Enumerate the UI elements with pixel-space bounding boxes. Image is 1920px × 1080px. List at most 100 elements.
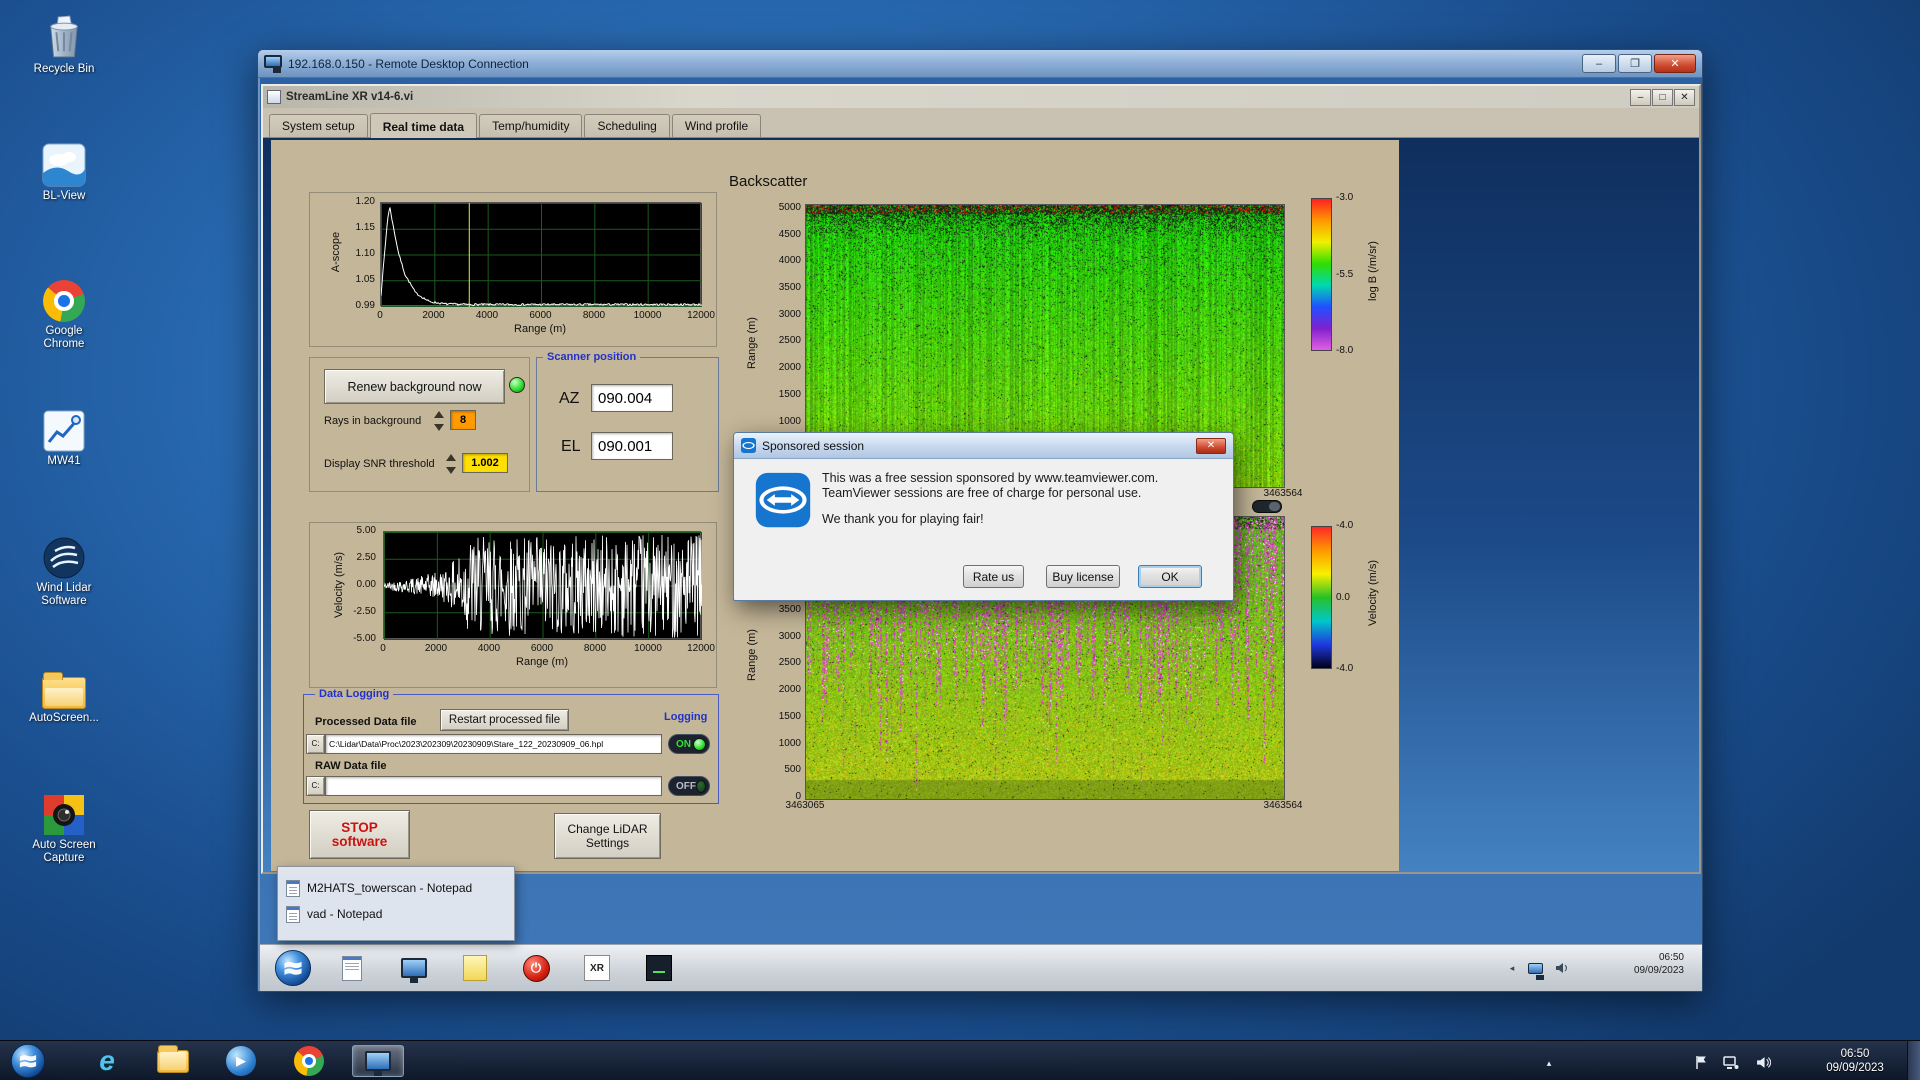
renew-background-button[interactable]: Renew background now [324,369,505,404]
auto-screen-capture-icon [16,786,112,836]
labview-restore-button[interactable]: □ [1652,88,1673,106]
remote-taskbar-power-icon[interactable]: ⏻ [518,951,554,985]
rays-spinner[interactable] [434,411,445,431]
teamviewer-small-icon [741,438,756,453]
rdp-window-title: 192.168.0.150 - Remote Desktop Connectio… [288,56,529,71]
volume-icon[interactable] [1754,1053,1772,1071]
labview-titlebar[interactable]: StreamLine XR v14-6.vi – □ ✕ [263,86,1699,108]
az-label: AZ [559,390,580,407]
tab-temp-humidity[interactable]: Temp/humidity [479,114,583,137]
backscatter-x-end: 3463564 [1263,488,1303,499]
tick-label: 3000 [778,308,801,320]
rdp-minimize-button[interactable]: – [1582,54,1616,73]
desktop-icon-mw41[interactable]: MW41 [16,402,112,468]
tick-label: -8.0 [1336,345,1354,356]
rdp-close-button[interactable]: ✕ [1654,54,1696,73]
el-value-field[interactable]: 090.001 [591,432,673,460]
heatmap-mode-toggle[interactable] [1252,500,1282,513]
popup-item-vad[interactable]: vad - Notepad [286,901,506,927]
desktop-icon-bl-view[interactable]: BL-View [16,137,112,203]
labview-minimize-button[interactable]: – [1630,88,1651,106]
tick-label: 1000 [778,737,801,749]
rdp-window-icon [264,54,282,73]
labview-close-button[interactable]: ✕ [1674,88,1695,106]
remote-taskbar-notes-icon[interactable] [457,951,493,985]
velocity-heatmap-y-axis-label: Range (m) [746,629,758,681]
start-button[interactable] [10,1043,46,1079]
raw-path-field[interactable] [325,776,662,796]
snr-value-field[interactable]: 1.002 [462,453,508,473]
processed-logging-toggle[interactable]: ON [668,734,710,754]
tick-label: -2.50 [353,606,376,617]
desktop-icon-auto-screen-capture[interactable]: Auto Screen Capture [16,786,112,865]
labview-window-title: StreamLine XR v14-6.vi [286,91,414,103]
backscatter-heading: Backscatter [729,173,808,190]
velocity-x-axis-label: Range (m) [516,656,568,668]
el-label: EL [561,438,581,455]
remote-desktop: StreamLine XR v14-6.vi – □ ✕ System setu… [260,78,1702,991]
rdp-taskbar-button[interactable] [352,1045,404,1077]
rays-value-field[interactable]: 8 [450,410,476,430]
raw-logging-led [696,779,706,793]
folder-icon [16,659,112,709]
tick-label: 2000 [778,362,801,374]
snr-spinner[interactable] [446,454,457,474]
tick-label: 5000 [778,202,801,213]
dialog-close-button[interactable]: ✕ [1196,437,1226,454]
tab-real-time-data[interactable]: Real time data [369,113,478,138]
network-icon[interactable] [1722,1053,1740,1071]
remote-taskbar-notepad-icon[interactable] [334,951,370,985]
restart-processed-file-button[interactable]: Restart processed file [440,709,569,731]
scanner-position-box [536,357,719,492]
az-value-field[interactable]: 090.004 [591,384,673,412]
media-player-icon[interactable]: ▶ [220,1045,262,1077]
raw-drive-button[interactable]: C: [306,776,325,796]
desktop-icon-google-chrome[interactable]: Google Chrome [16,272,112,351]
tick-label: 500 [784,764,801,776]
rate-us-button[interactable]: Rate us [963,565,1024,588]
tray-expand-icon[interactable]: ▴ [1540,1054,1558,1072]
tick-label: 0 [377,310,383,321]
windows-explorer-icon[interactable] [152,1044,194,1077]
rdp-restore-button[interactable]: ❐ [1618,54,1652,73]
rdp-titlebar[interactable]: 192.168.0.150 - Remote Desktop Connectio… [258,50,1702,78]
rays-in-background-label: Rays in background [324,415,422,427]
tab-scheduling[interactable]: Scheduling [584,114,670,137]
tab-wind-profile[interactable]: Wind profile [671,114,762,137]
chrome-taskbar-icon[interactable] [288,1045,330,1077]
stop-software-button[interactable]: STOP software [309,810,410,859]
remote-taskbar-terminal-icon[interactable] [641,951,677,985]
tick-label: 1.15 [355,222,375,233]
teamviewer-logo [754,471,812,534]
remote-start-button[interactable] [274,949,312,987]
action-center-flag-icon[interactable] [1692,1053,1710,1071]
remote-tray-display-icon[interactable] [1526,959,1544,980]
taskbar-clock[interactable]: 06:50 09/09/2023 [1812,1047,1898,1075]
processed-drive-button[interactable]: C: [306,734,325,754]
ok-button[interactable]: OK [1138,565,1202,588]
labview-tabbar: System setup Real time data Temp/humidity S… [263,108,1699,138]
dialog-title: Sponsored session [762,438,865,453]
tick-label: 4000 [477,643,501,654]
remote-taskbar-xr-icon[interactable]: XR [579,951,615,985]
internet-explorer-icon[interactable]: e [86,1045,128,1077]
desktop-icon-autoscreen-folder[interactable]: AutoScreen... [16,659,112,725]
processed-path-field[interactable]: C:\Lidar\Data\Proc\2023\202309\20230909\… [325,734,662,754]
tick-label: 10000 [633,310,662,321]
remote-taskbar-clock[interactable]: 06:50 09/09/2023 [1606,951,1684,977]
desktop-icon-recycle-bin[interactable]: Recycle Bin [16,10,112,76]
popup-item-m2hats-towerscan[interactable]: M2HATS_towerscan - Notepad [286,875,506,901]
processed-data-file-label: Processed Data file [315,716,417,728]
tick-label: 6000 [529,310,552,321]
change-lidar-settings-button[interactable]: Change LiDAR Settings [554,813,661,859]
buy-license-button[interactable]: Buy license [1046,565,1120,588]
dialog-titlebar[interactable]: Sponsored session ✕ [734,433,1233,459]
remote-taskbar-display-icon[interactable] [396,951,432,985]
tab-system-setup[interactable]: System setup [269,114,368,137]
show-desktop-button[interactable] [1907,1041,1920,1080]
tick-label: 2000 [424,643,448,654]
remote-tray-expand-icon[interactable]: ◂ [1503,959,1521,977]
raw-logging-toggle[interactable]: OFF [668,776,710,796]
remote-tray-volume-icon[interactable] [1553,959,1571,977]
desktop-icon-wind-lidar-software[interactable]: Wind Lidar Software [16,529,112,608]
